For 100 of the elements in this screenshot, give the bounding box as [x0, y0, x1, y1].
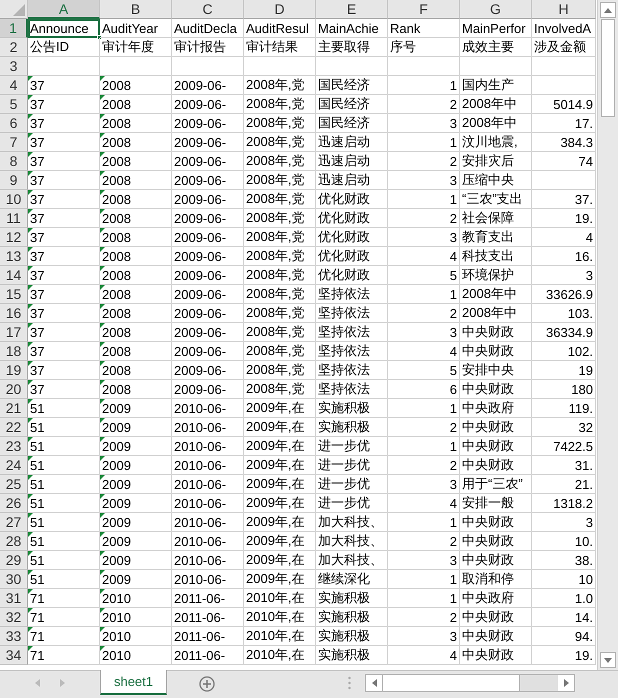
table-cell[interactable]: 51: [28, 418, 100, 437]
table-cell[interactable]: 优化财政: [316, 228, 388, 247]
table-cell[interactable]: 3: [388, 228, 460, 247]
row-header[interactable]: 32: [0, 608, 28, 627]
table-cell[interactable]: 2009年,在: [244, 513, 316, 532]
table-cell[interactable]: 2009年,在: [244, 418, 316, 437]
table-cell[interactable]: 2009: [100, 437, 172, 456]
column-header[interactable]: B: [100, 0, 172, 19]
table-cell[interactable]: 压缩中央: [460, 171, 532, 190]
table-cell[interactable]: 37: [28, 190, 100, 209]
table-cell[interactable]: 3: [388, 114, 460, 133]
table-cell[interactable]: 2008年,党: [244, 380, 316, 399]
table-cell[interactable]: 2008年,党: [244, 209, 316, 228]
table-cell[interactable]: 37: [28, 361, 100, 380]
table-cell[interactable]: 中央财政: [460, 418, 532, 437]
table-cell[interactable]: 2009: [100, 475, 172, 494]
table-cell[interactable]: 序号: [388, 38, 460, 57]
table-cell[interactable]: 2009-06-: [172, 361, 244, 380]
row-header[interactable]: 29: [0, 551, 28, 570]
table-cell[interactable]: Announce: [28, 19, 100, 38]
column-header[interactable]: F: [388, 0, 460, 19]
row-header[interactable]: 10: [0, 190, 28, 209]
table-cell[interactable]: 2008年,党: [244, 114, 316, 133]
table-cell[interactable]: [532, 171, 596, 190]
table-cell[interactable]: 1: [388, 589, 460, 608]
table-cell[interactable]: 中央财政: [460, 323, 532, 342]
table-cell[interactable]: 中央财政: [460, 456, 532, 475]
table-cell[interactable]: 2008: [100, 152, 172, 171]
table-cell[interactable]: 2009年,在: [244, 494, 316, 513]
table-cell[interactable]: 中央财政: [460, 513, 532, 532]
table-cell[interactable]: 2009-06-: [172, 190, 244, 209]
table-cell[interactable]: AuditResul: [244, 19, 316, 38]
table-cell[interactable]: 37: [28, 171, 100, 190]
table-cell[interactable]: 成效主要: [460, 38, 532, 57]
table-cell[interactable]: 2008: [100, 342, 172, 361]
table-cell[interactable]: [460, 57, 532, 76]
table-cell[interactable]: 2010: [100, 608, 172, 627]
table-cell[interactable]: [244, 57, 316, 76]
table-cell[interactable]: 384.3: [532, 133, 596, 152]
table-cell[interactable]: 1: [388, 399, 460, 418]
row-header[interactable]: 15: [0, 285, 28, 304]
row-header[interactable]: 9: [0, 171, 28, 190]
scroll-left-button[interactable]: [366, 675, 382, 691]
row-header[interactable]: 23: [0, 437, 28, 456]
table-cell[interactable]: 17.: [532, 114, 596, 133]
table-cell[interactable]: 37: [28, 114, 100, 133]
table-cell[interactable]: 2011-06-: [172, 627, 244, 646]
table-cell[interactable]: 3: [532, 513, 596, 532]
table-cell[interactable]: 1.0: [532, 589, 596, 608]
row-header[interactable]: 16: [0, 304, 28, 323]
table-cell[interactable]: 180: [532, 380, 596, 399]
table-cell[interactable]: 2008年中: [460, 114, 532, 133]
table-cell[interactable]: 实施积极: [316, 589, 388, 608]
table-cell[interactable]: 2009-06-: [172, 285, 244, 304]
column-header[interactable]: A: [28, 0, 100, 19]
table-cell[interactable]: 37: [28, 380, 100, 399]
table-cell[interactable]: 2010年,在: [244, 646, 316, 665]
row-header[interactable]: 20: [0, 380, 28, 399]
table-cell[interactable]: 2009: [100, 513, 172, 532]
column-header[interactable]: H: [532, 0, 596, 19]
table-cell[interactable]: 33626.9: [532, 285, 596, 304]
table-cell[interactable]: 2: [388, 209, 460, 228]
table-cell[interactable]: 2009-06-: [172, 171, 244, 190]
table-cell[interactable]: 2010-06-: [172, 418, 244, 437]
table-cell[interactable]: 2: [388, 304, 460, 323]
table-cell[interactable]: 4: [388, 494, 460, 513]
table-cell[interactable]: 51: [28, 437, 100, 456]
table-cell[interactable]: 2008: [100, 209, 172, 228]
table-cell[interactable]: 2009-06-: [172, 342, 244, 361]
table-cell[interactable]: 2008年,党: [244, 285, 316, 304]
column-header[interactable]: G: [460, 0, 532, 19]
table-cell[interactable]: 37.: [532, 190, 596, 209]
scrollbar-thumb[interactable]: [601, 19, 615, 117]
table-cell[interactable]: 加大科技、: [316, 551, 388, 570]
table-cell[interactable]: MainPerfor: [460, 19, 532, 38]
table-cell[interactable]: 2008年中: [460, 95, 532, 114]
table-cell[interactable]: 进一步优: [316, 494, 388, 513]
table-cell[interactable]: 51: [28, 513, 100, 532]
table-cell[interactable]: 6: [388, 380, 460, 399]
table-cell[interactable]: 国民经济: [316, 114, 388, 133]
table-cell[interactable]: 1: [388, 437, 460, 456]
table-cell[interactable]: 94.: [532, 627, 596, 646]
table-cell[interactable]: 51: [28, 399, 100, 418]
table-cell[interactable]: 教育支出: [460, 228, 532, 247]
table-cell[interactable]: 2010-06-: [172, 494, 244, 513]
add-sheet-icon[interactable]: [199, 676, 215, 692]
table-cell[interactable]: 继续深化: [316, 570, 388, 589]
table-cell[interactable]: 51: [28, 475, 100, 494]
table-cell[interactable]: 中央财政: [460, 532, 532, 551]
table-cell[interactable]: 2008: [100, 95, 172, 114]
row-header[interactable]: 33: [0, 627, 28, 646]
column-header[interactable]: C: [172, 0, 244, 19]
table-cell[interactable]: 2011-06-: [172, 589, 244, 608]
table-cell[interactable]: 71: [28, 627, 100, 646]
table-cell[interactable]: 2009-06-: [172, 228, 244, 247]
table-cell[interactable]: [28, 57, 100, 76]
row-header[interactable]: 6: [0, 114, 28, 133]
table-cell[interactable]: 审计报告: [172, 38, 244, 57]
table-cell[interactable]: 2010年,在: [244, 627, 316, 646]
table-cell[interactable]: 2008年,党: [244, 171, 316, 190]
